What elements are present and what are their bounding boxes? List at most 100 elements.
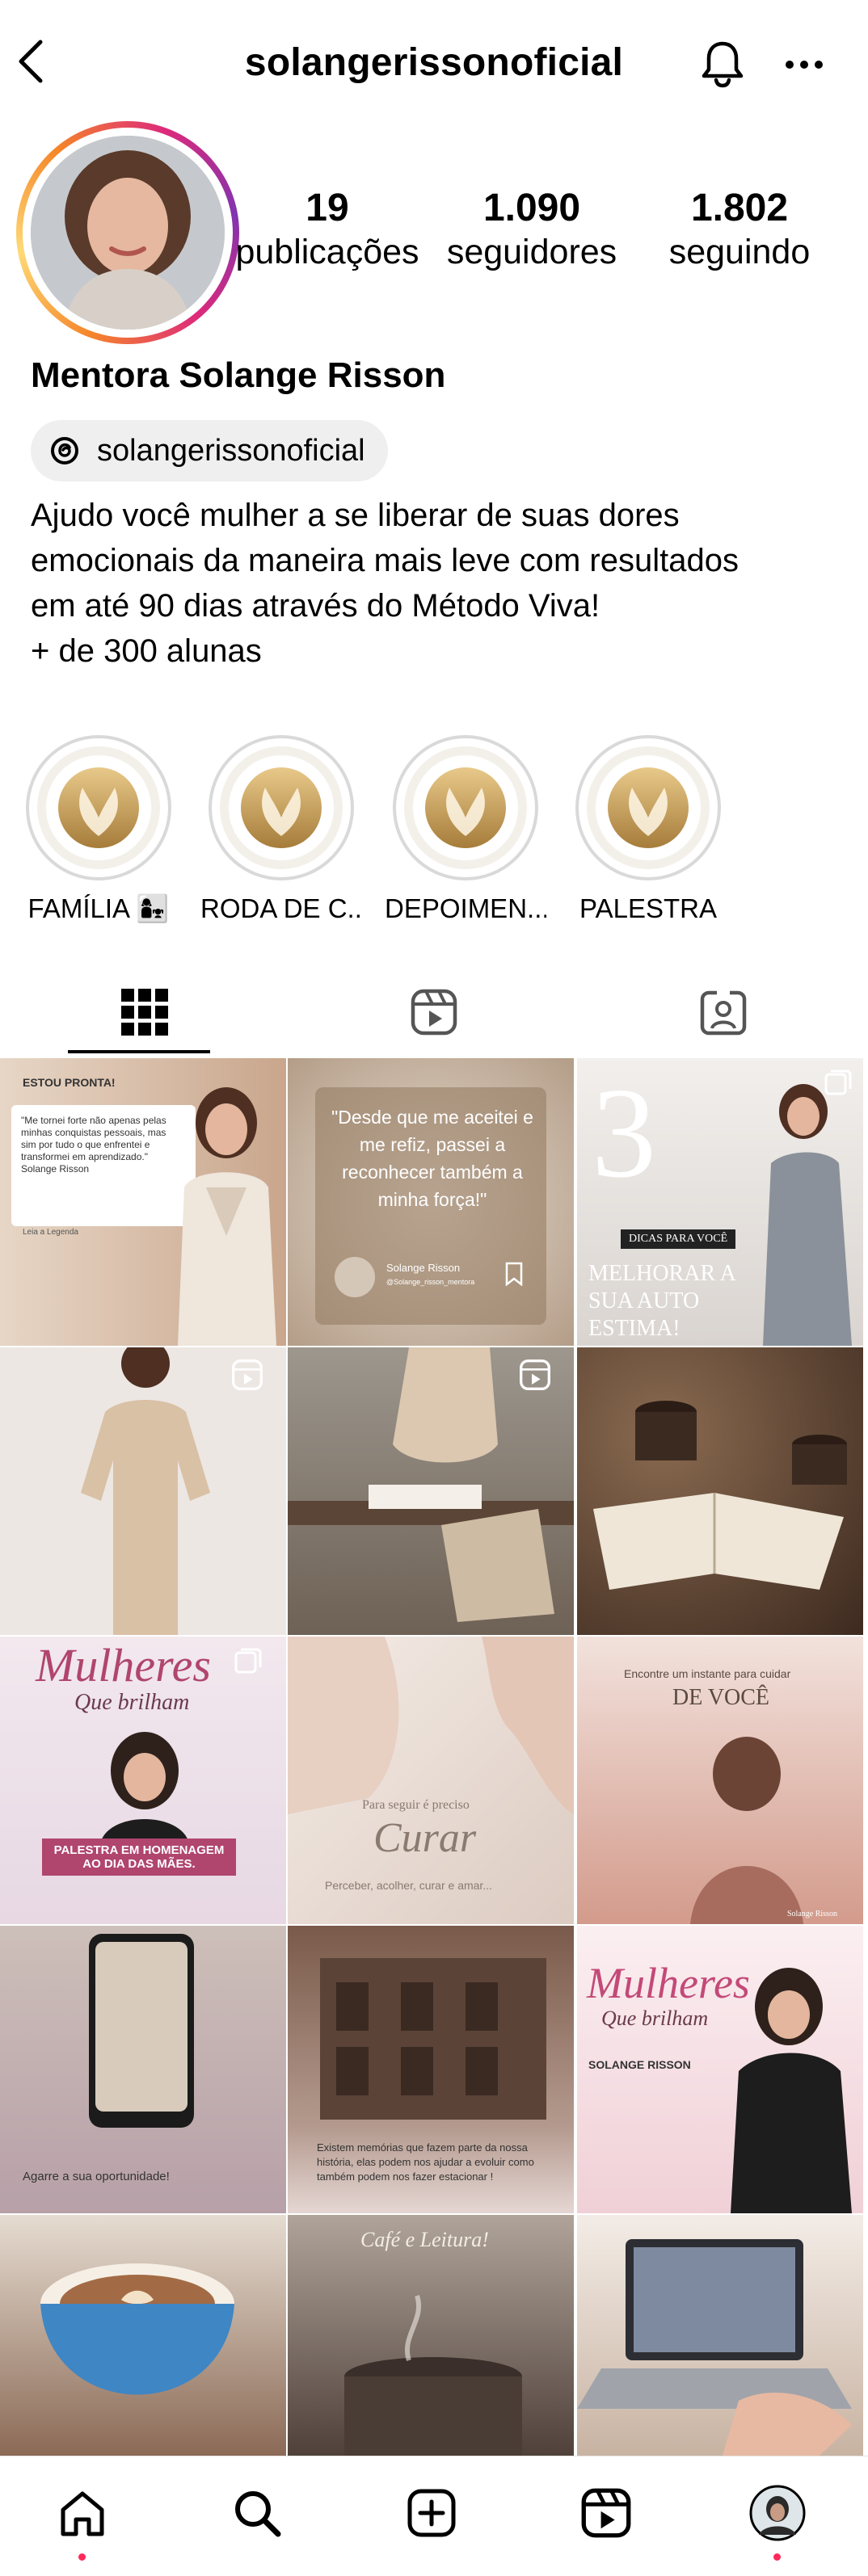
stat-posts-label: publicações <box>235 233 419 271</box>
post-tile[interactable]: Agarre a sua oportunidade! <box>0 1926 286 2213</box>
post-tile[interactable]: Para seguir é preciso Curar Perceber, ac… <box>288 1637 574 1924</box>
nav-profile[interactable] <box>737 2473 818 2553</box>
nav-create[interactable] <box>391 2473 472 2553</box>
woman-portrait <box>100 1732 189 1843</box>
golden-wings-icon <box>241 767 322 848</box>
post-title: Café e Leitura! <box>360 2228 489 2251</box>
stat-posts-count: 19 <box>305 187 349 229</box>
post-quote: "Desde que me aceitei e me refiz, passei… <box>331 1107 533 1210</box>
nav-profile-notification-dot <box>773 2553 781 2561</box>
post-banner: PALESTRA EM HOMENAGEM AO DIA DAS MÃES. <box>42 1838 236 1876</box>
post-caption: Existem memórias que fazem parte da noss… <box>317 2141 534 2183</box>
avatar <box>31 136 225 330</box>
post-tile[interactable]: 3 DICAS PARA VOCÊ MELHORAR A SUA AUTO ES… <box>577 1058 863 1346</box>
stat-followers[interactable]: 1.090 seguidores <box>435 186 629 273</box>
laptop <box>577 2239 852 2456</box>
golden-wings-icon <box>58 767 139 848</box>
bio-line: emocionais da maneira mais leve com resu… <box>31 543 739 578</box>
notifications-button[interactable] <box>697 36 748 92</box>
post-author: Solange Risson <box>386 1262 461 1274</box>
avatar <box>335 1257 375 1297</box>
nav-search[interactable] <box>217 2473 297 2553</box>
highlight-roda[interactable]: RODA DE C... <box>200 735 362 924</box>
bottom-navigation <box>0 2456 868 2576</box>
post-tile[interactable]: Café e Leitura! <box>288 2215 574 2456</box>
tab-reels[interactable] <box>289 969 579 1055</box>
profile-tabs <box>0 969 868 1055</box>
bio-line: Ajudo você mulher a se liberar de suas d… <box>31 498 680 533</box>
highlight-cover <box>393 735 538 880</box>
stat-followers-count: 1.090 <box>482 187 581 229</box>
reels-icon <box>411 989 457 1036</box>
post-quote: "Me tornei forte não apenas pelas minhas… <box>21 1115 166 1175</box>
carousel-icon <box>824 1069 852 1095</box>
stat-following-label: seguindo <box>668 233 811 271</box>
highlight-cover <box>575 735 721 880</box>
post-footer: Leia a Legenda <box>23 1228 78 1237</box>
post-subtitle: Para seguir é preciso <box>362 1798 470 1812</box>
profile-header: solangerissonoficial <box>0 0 868 129</box>
post-tile[interactable]: Mulheres Que brilham SOLANGE RISSON <box>577 1926 863 2213</box>
profile-photo-icon <box>31 136 225 330</box>
stat-posts[interactable]: 19 publicações <box>230 186 424 273</box>
threads-link-chip[interactable]: solangerissonoficial <box>31 420 388 481</box>
phone-photo <box>89 1934 194 2128</box>
highlight-label: RODA DE C... <box>200 893 362 923</box>
nav-reels[interactable] <box>566 2473 647 2553</box>
post-signature: Solange Risson <box>787 1910 837 1918</box>
post-tile[interactable]: ESTOU PRONTA! "Me tornei forte não apena… <box>0 1058 286 1346</box>
bio-line: + de 300 alunas <box>31 633 262 669</box>
woman-portrait <box>178 1087 276 1346</box>
highlight-label: DEPOIMEN... <box>385 893 546 923</box>
post-tile[interactable] <box>0 2215 286 2456</box>
home-icon <box>61 2491 104 2536</box>
nav-home[interactable] <box>42 2473 123 2553</box>
golden-wings-icon <box>608 767 689 848</box>
post-tile[interactable]: Existem memórias que fazem parte da noss… <box>288 1926 574 2213</box>
bell-icon <box>702 41 744 88</box>
post-number: 3 <box>592 1061 656 1204</box>
grid-icon <box>121 989 168 1036</box>
woman-seated <box>763 1084 852 1346</box>
golden-wings-icon <box>425 767 506 848</box>
woman-standing <box>81 1347 210 1635</box>
tab-grid[interactable] <box>0 969 289 1055</box>
highlight-cover <box>209 735 354 880</box>
post-tile[interactable]: Encontre um instante para cuidar DE VOCÊ… <box>577 1637 863 1924</box>
post-subtitle: Que brilham <box>74 1690 190 1715</box>
stat-following[interactable]: 1.802 seguindo <box>643 186 836 273</box>
post-tile[interactable] <box>0 1347 286 1635</box>
more-options-button[interactable] <box>776 42 832 87</box>
post-handle: @Solange_risson_mentora <box>386 1278 475 1286</box>
threads-handle: solangerissonoficial <box>97 433 365 468</box>
post-tile[interactable] <box>577 2215 863 2456</box>
highlight-label: PALESTRA <box>579 893 717 923</box>
threads-icon <box>51 437 78 464</box>
tagged-user-icon <box>700 990 747 1036</box>
profile-bio: Ajudo você mulher a se liberar de suas d… <box>31 493 847 674</box>
reels-icon <box>232 1359 263 1390</box>
post-author: SOLANGE RISSON <box>588 2058 691 2071</box>
post-caption: Agarre a sua oportunidade! <box>23 2170 170 2183</box>
more-horizontal-icon <box>786 61 823 69</box>
woman-silhouette <box>690 1737 803 1924</box>
post-tile[interactable]: Mulheres Que brilham PALESTRA EM HOMENAG… <box>0 1637 286 1924</box>
post-title: Mulheres <box>36 1639 211 1691</box>
avatar-story-ring[interactable] <box>16 121 239 344</box>
post-tile[interactable] <box>288 1347 574 1635</box>
active-tab-indicator <box>68 1050 210 1053</box>
coffee-cup <box>40 2263 234 2395</box>
post-title: DE VOCÊ <box>672 1685 770 1710</box>
avatar-border <box>23 128 233 338</box>
post-tile[interactable]: "Desde que me aceitei e me refiz, passei… <box>288 1058 574 1346</box>
post-caption: Perceber, acolher, curar e amar... <box>325 1879 492 1892</box>
tab-tagged[interactable] <box>579 969 868 1055</box>
post-title: ESTOU PRONTA! <box>23 1076 116 1089</box>
post-tile[interactable] <box>577 1347 863 1635</box>
search-icon <box>235 2491 281 2537</box>
highlight-familia[interactable]: FAMÍLIA 👩‍👧 <box>18 735 179 925</box>
highlight-depoimentos[interactable]: DEPOIMEN... <box>385 735 546 924</box>
bio-line: em até 90 dias através do Método Viva! <box>31 588 600 624</box>
highlight-palestra[interactable]: PALESTRA <box>567 735 729 924</box>
post-title: MELHORAR A SUA AUTO ESTIMA! <box>588 1261 735 1341</box>
